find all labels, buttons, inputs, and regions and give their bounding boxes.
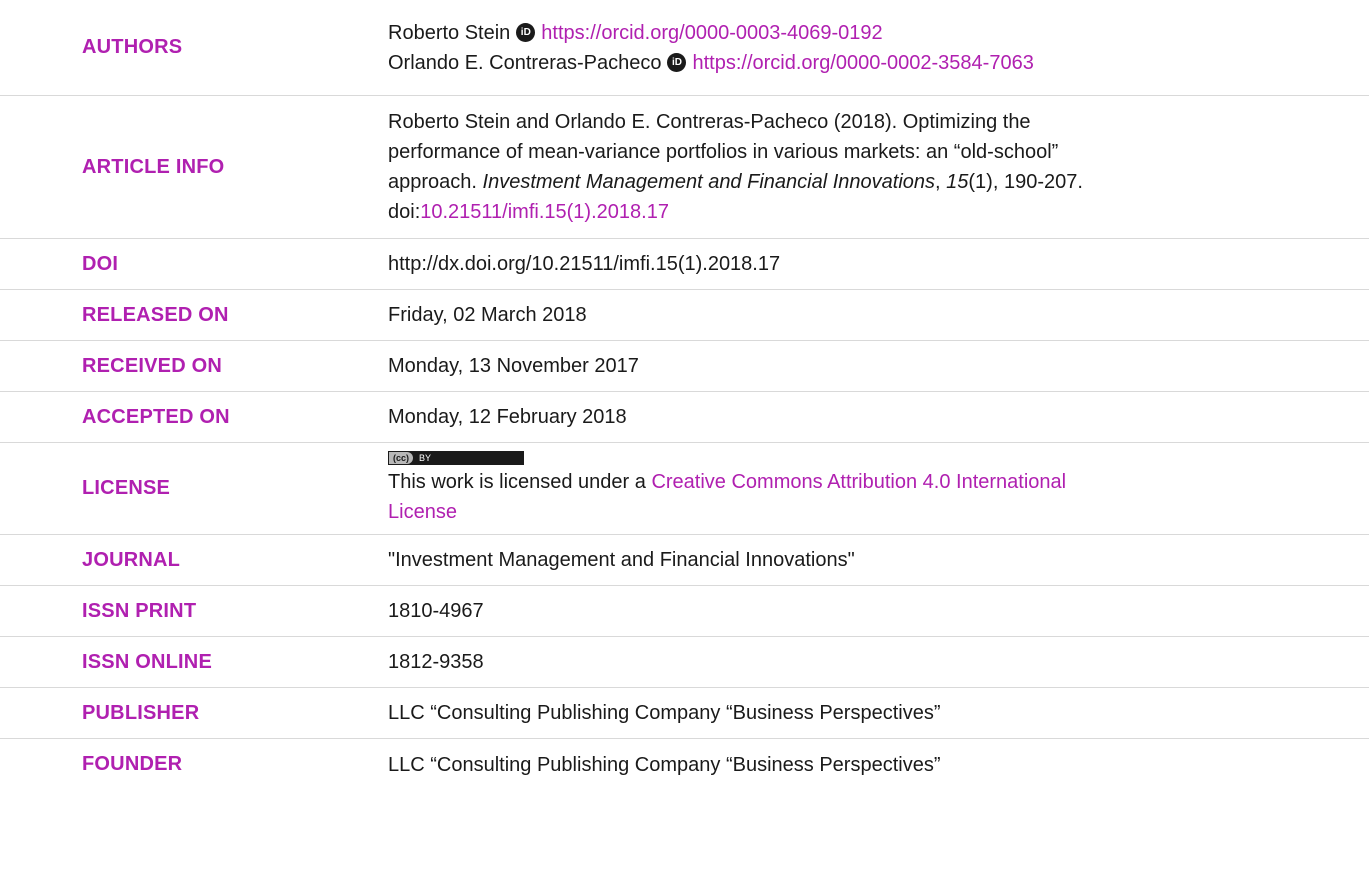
row-accepted: ACCEPTED ON Monday, 12 February 2018 (0, 392, 1369, 443)
row-issn-online: ISSN ONLINE 1812-9358 (0, 637, 1369, 688)
label-founder: FOUNDER (82, 753, 183, 775)
license-text: This work is licensed under a (388, 470, 652, 493)
orcid-link[interactable]: https://orcid.org/0000-0002-3584-7063 (692, 48, 1033, 78)
received-value: Monday, 13 November 2017 (388, 355, 639, 377)
orcid-icon: iD (667, 53, 687, 72)
row-released: RELEASED ON Friday, 02 March 2018 (0, 290, 1369, 341)
label-authors: AUTHORS (82, 36, 183, 58)
label-issn-print: ISSN PRINT (82, 599, 197, 622)
license-text-line-2: License (388, 497, 1349, 527)
license-link-cont[interactable]: License (388, 501, 457, 523)
label-accepted: ACCEPTED ON (82, 405, 230, 428)
row-license: LICENSE (cc) BY This work is licensed un… (0, 443, 1369, 535)
label-issn-online: ISSN ONLINE (82, 650, 212, 673)
article-citation: Roberto Stein and Orlando E. Contreras-P… (388, 96, 1369, 238)
citation-issue-pages: (1), 190-207. (968, 171, 1083, 193)
label-received: RECEIVED ON (82, 354, 223, 377)
citation-line-3: approach. Investment Management and Fina… (388, 167, 1349, 197)
doi-value: http://dx.doi.org/10.21511/imfi.15(1).20… (388, 253, 781, 275)
cc-badge-right: BY (419, 452, 432, 463)
license-value: (cc) BY This work is licensed under a Cr… (388, 443, 1369, 534)
label-doi: DOI (82, 252, 119, 275)
journal-value: "Investment Management and Financial Inn… (388, 549, 855, 571)
released-value: Friday, 02 March 2018 (388, 304, 587, 326)
authors-list: Roberto Stein iD https://orcid.org/0000-… (388, 0, 1369, 95)
label-journal: JOURNAL (82, 548, 181, 571)
citation-doi-prefix: doi: (388, 201, 421, 223)
issn-online-value: 1812-9358 (388, 651, 484, 673)
row-doi: DOI http://dx.doi.org/10.21511/imfi.15(1… (0, 239, 1369, 290)
citation-line-1: Roberto Stein and Orlando E. Contreras-P… (388, 111, 1031, 133)
license-text-line: This work is licensed under a Creative C… (388, 467, 1349, 497)
citation-approach: approach. (388, 171, 483, 193)
author-entry: Orlando E. Contreras-Pacheco iD https://… (388, 48, 1349, 78)
citation-comma: , (935, 171, 947, 193)
row-received: RECEIVED ON Monday, 13 November 2017 (0, 341, 1369, 392)
label-article-info: ARTICLE INFO (82, 155, 225, 178)
author-entry: Roberto Stein iD https://orcid.org/0000-… (388, 18, 1349, 48)
orcid-icon: iD (516, 23, 536, 42)
row-issn-print: ISSN PRINT 1810-4967 (0, 586, 1369, 637)
author-name: Roberto Stein (388, 21, 511, 44)
cc-by-badge-icon[interactable]: (cc) BY (388, 450, 524, 465)
citation-volume: 15 (946, 171, 969, 193)
row-article-info: ARTICLE INFO Roberto Stein and Orlando E… (0, 96, 1369, 239)
founder-value: LLC “Consulting Publishing Company “Busi… (388, 753, 941, 776)
citation-line-2: performance of mean-variance portfolios … (388, 141, 1059, 163)
label-license: LICENSE (82, 477, 171, 499)
license-link[interactable]: Creative Commons Attribution 4.0 Interna… (651, 471, 1066, 493)
label-released: RELEASED ON (82, 303, 229, 326)
row-authors: AUTHORS Roberto Stein iD https://orcid.o… (0, 0, 1369, 96)
orcid-link[interactable]: https://orcid.org/0000-0003-4069-0192 (541, 18, 882, 48)
citation-doi-link[interactable]: 10.21511/imfi.15(1).2018.17 (420, 201, 669, 223)
author-name: Orlando E. Contreras-Pacheco (388, 51, 662, 74)
label-publisher: PUBLISHER (82, 701, 200, 724)
row-publisher: PUBLISHER LLC “Consulting Publishing Com… (0, 688, 1369, 739)
row-journal: JOURNAL "Investment Management and Finan… (0, 535, 1369, 586)
cc-badge-left: (cc) (389, 451, 414, 464)
citation-line-4: doi:10.21511/imfi.15(1).2018.17 (388, 197, 1349, 227)
publisher-value: LLC “Consulting Publishing Company “Busi… (388, 702, 941, 724)
article-metadata-table: AUTHORS Roberto Stein iD https://orcid.o… (0, 0, 1369, 790)
row-founder: FOUNDER LLC “Consulting Publishing Compa… (0, 739, 1369, 790)
issn-print-value: 1810-4967 (388, 600, 484, 622)
citation-journal: Investment Management and Financial Inno… (482, 171, 936, 193)
accepted-value: Monday, 12 February 2018 (388, 406, 627, 428)
